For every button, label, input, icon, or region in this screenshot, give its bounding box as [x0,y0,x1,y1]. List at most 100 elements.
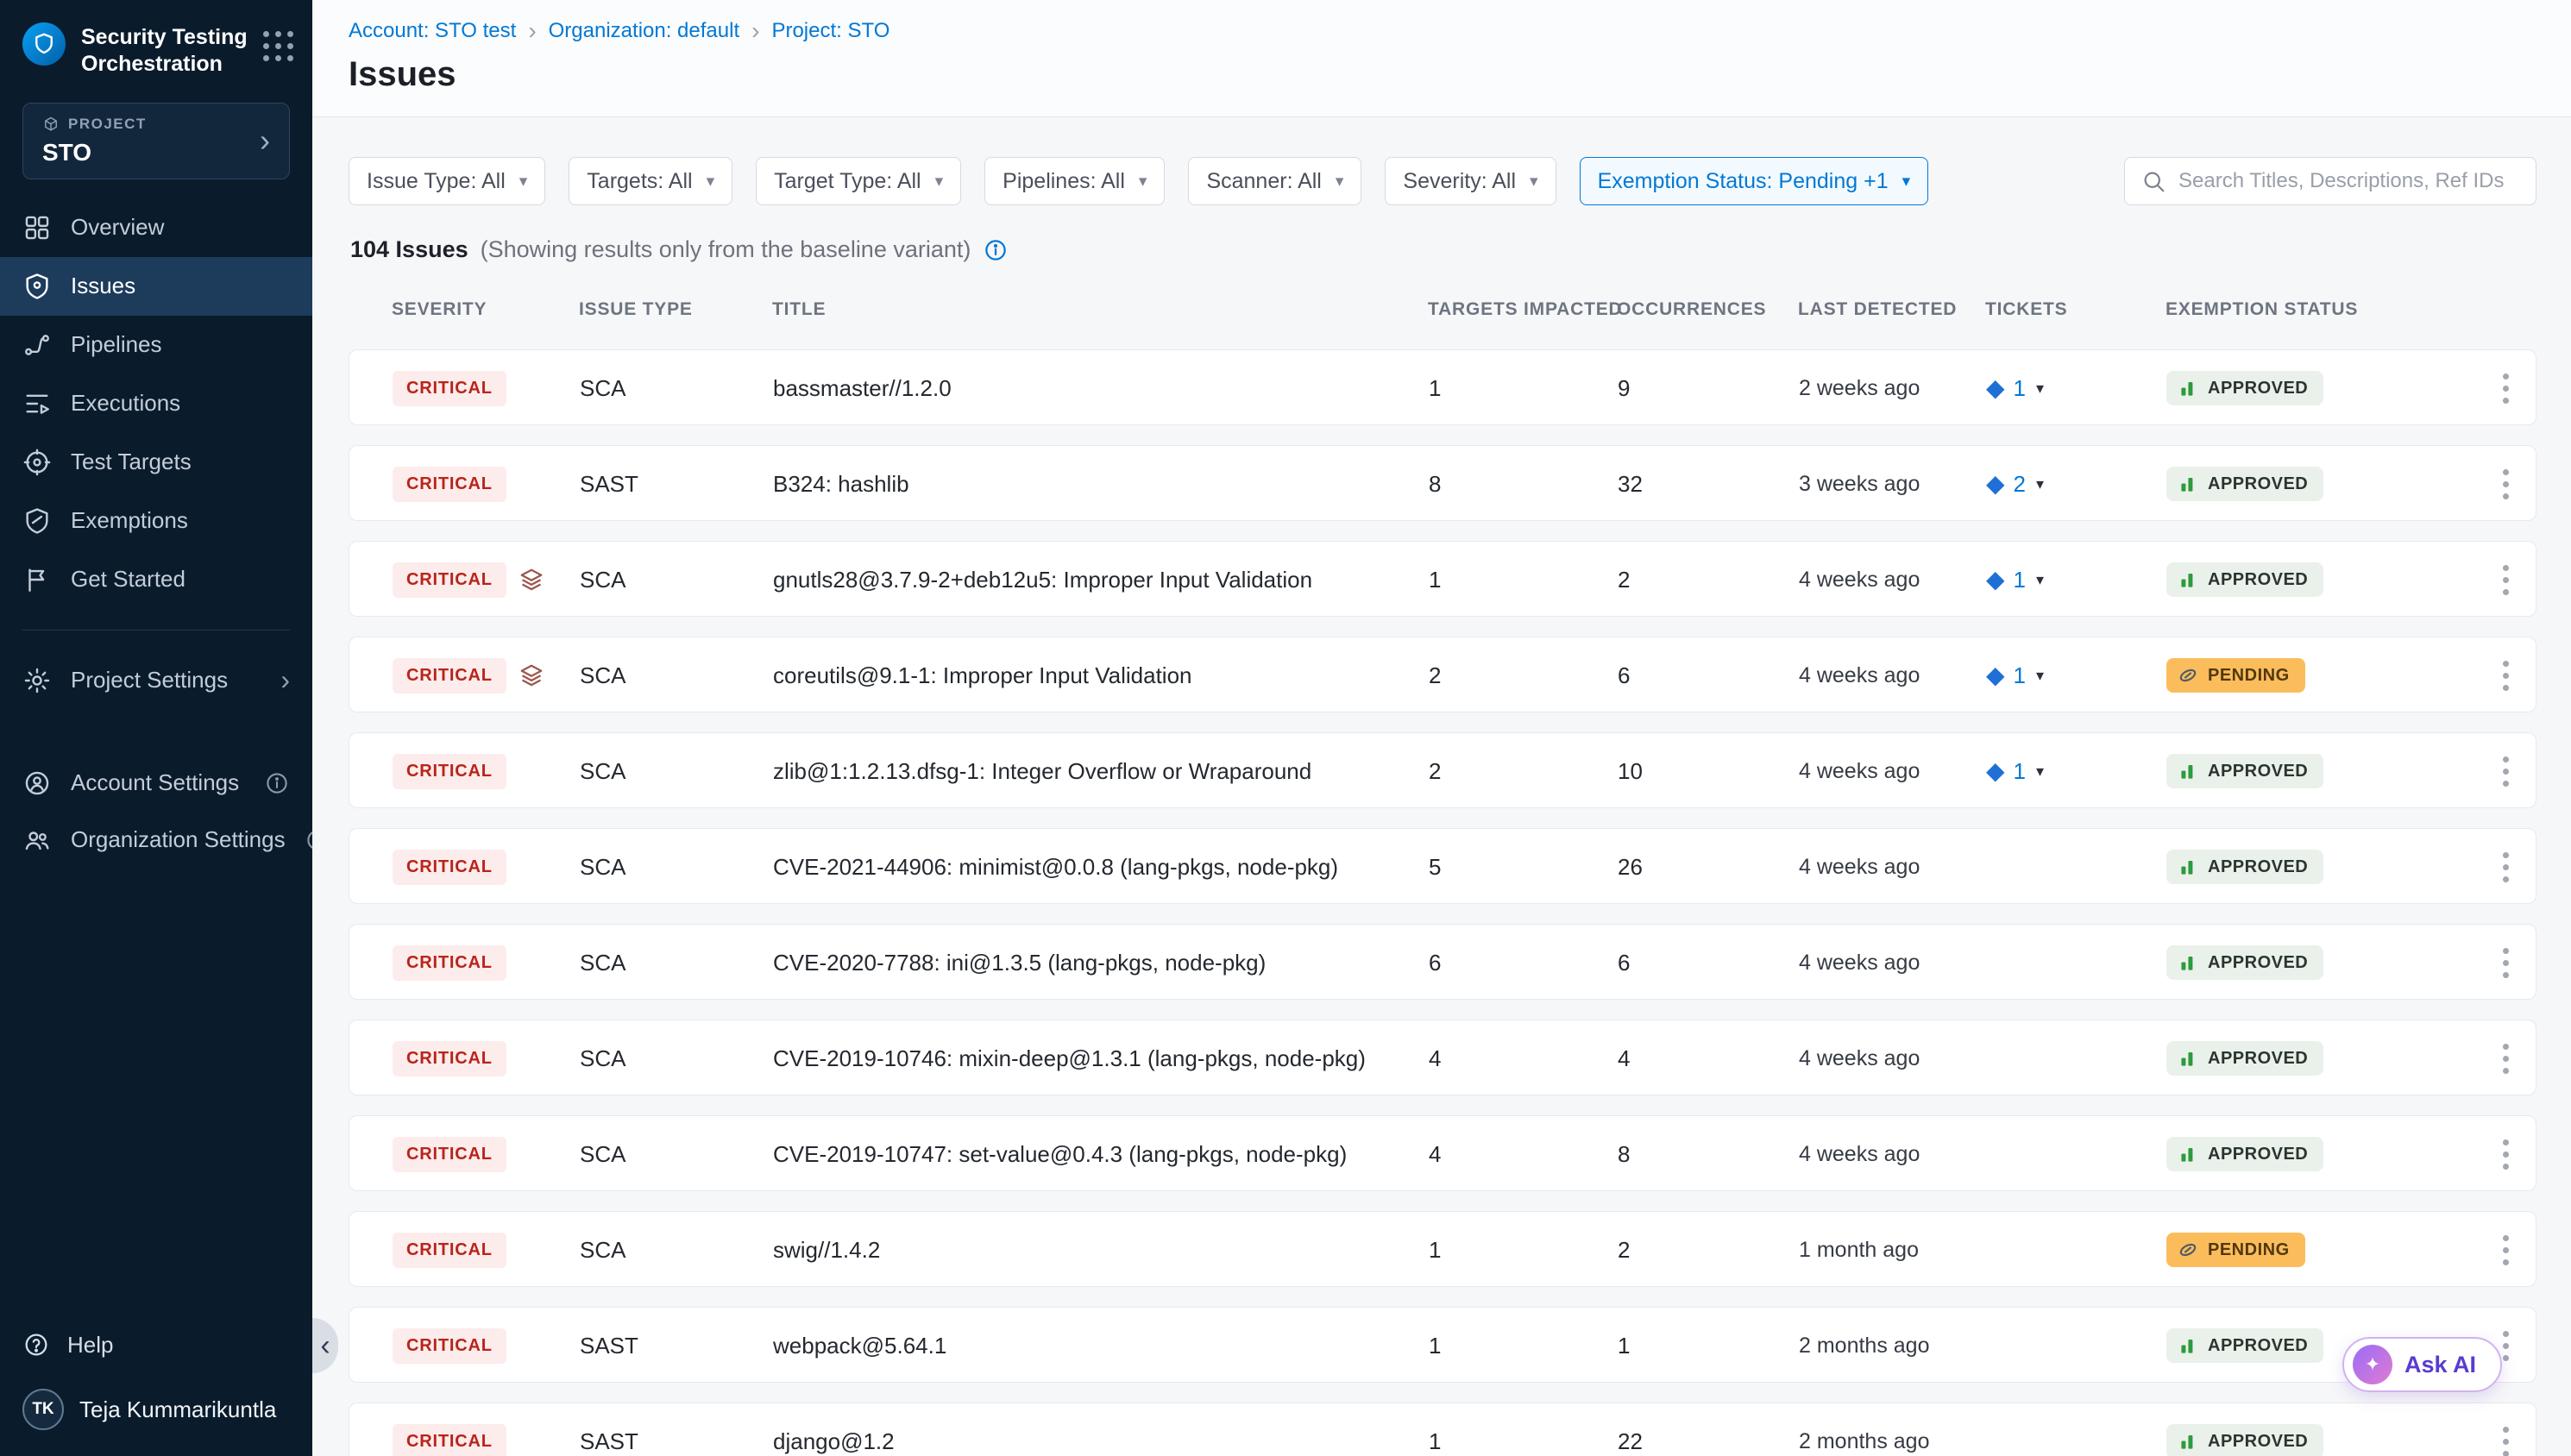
row-menu-button[interactable] [2478,1403,2533,1456]
targets-impacted: 5 [1429,854,1618,881]
filter-targets[interactable]: Targets: All▾ [569,157,732,205]
table-row[interactable]: CRITICAL SAST webpack@5.64.1 1 1 2 month… [349,1307,2536,1383]
sidebar-divider [22,630,290,631]
sidebar-item-test-targets[interactable]: Test Targets [0,433,312,492]
occurrences: 4 [1618,1045,1799,1072]
info-icon[interactable] [264,770,290,796]
filter-exemption-status[interactable]: Exemption Status: Pending +1▾ [1580,157,1929,205]
table-row[interactable]: CRITICAL SCA zlib@1:1.2.13.dfsg-1: Integ… [349,732,2536,808]
issue-type: SCA [580,1141,773,1168]
sidebar-item-pipelines[interactable]: Pipelines [0,316,312,374]
exemption-status-badge: APPROVED [2166,371,2323,405]
chevron-right-icon: › [280,664,290,696]
occurrences: 2 [1618,1237,1799,1264]
row-menu-button[interactable] [2478,446,2533,522]
approved-icon [2177,1430,2199,1453]
row-menu-button[interactable] [2478,733,2533,809]
breadcrumb-link[interactable]: Account: STO test [349,19,516,43]
info-icon[interactable] [983,237,1009,263]
filter-pipelines[interactable]: Pipelines: All▾ [984,157,1165,205]
table-row[interactable]: CRITICAL SCA bassmaster//1.2.0 1 9 2 wee… [349,349,2536,425]
issue-title[interactable]: CVE-2020-7788: ini@1.3.5 (lang-pkgs, nod… [773,950,1429,976]
issue-title[interactable]: CVE-2019-10747: set-value@0.4.3 (lang-pk… [773,1141,1429,1168]
row-menu-button[interactable] [2478,925,2533,1001]
row-menu-button[interactable] [2478,829,2533,905]
table-row[interactable]: CRITICAL SCA CVE-2020-7788: ini@1.3.5 (l… [349,924,2536,1000]
filter-target-type[interactable]: Target Type: All▾ [756,157,961,205]
filter-scanner[interactable]: Scanner: All▾ [1188,157,1361,205]
breadcrumb-link[interactable]: Organization: default [549,19,739,43]
chevron-down-icon: ▾ [1530,172,1538,191]
issue-title[interactable]: coreutils@9.1-1: Improper Input Validati… [773,662,1429,689]
row-menu-button[interactable] [2478,1020,2533,1096]
exemption-status-badge: APPROVED [2166,850,2323,884]
breadcrumb-link[interactable]: Project: STO [771,19,889,43]
sidebar-item-organization-settings[interactable]: Organization Settings [0,812,312,869]
col-tickets: TICKETS [1985,299,2166,320]
results-summary: 104 Issues (Showing results only from th… [350,236,2536,263]
table-row[interactable]: CRITICAL SCA gnutls28@3.7.9-2+deb12u5: I… [349,541,2536,617]
row-menu-button[interactable] [2478,1116,2533,1192]
chevron-down-icon: ▾ [2036,571,2044,589]
sidebar-item-overview[interactable]: Overview [0,198,312,257]
overview-icon [22,213,52,242]
ticket-link[interactable]: ◆ 1 ▾ [1986,758,2166,785]
ask-ai-button[interactable]: ✦ Ask AI [2342,1337,2502,1392]
targets-impacted: 1 [1429,1333,1618,1359]
issue-title[interactable]: webpack@5.64.1 [773,1333,1429,1359]
chevron-right-icon: › [260,125,270,156]
sidebar-item-issues[interactable]: Issues [0,257,312,316]
sidebar-item-account-settings[interactable]: Account Settings [0,755,312,812]
col-occurrences: OCCURRENCES [1617,299,1798,320]
search-input[interactable] [2178,169,2520,193]
table-row[interactable]: CRITICAL SAST B324: hashlib 8 32 3 weeks… [349,445,2536,521]
table-row[interactable]: CRITICAL SCA CVE-2019-10747: set-value@0… [349,1115,2536,1191]
ticket-link[interactable]: ◆ 2 ▾ [1986,471,2166,498]
table-row[interactable]: CRITICAL SCA CVE-2021-44906: minimist@0.… [349,828,2536,904]
ticket-link[interactable]: ◆ 1 ▾ [1986,375,2166,402]
approved-icon [2177,568,2199,591]
filter-severity[interactable]: Severity: All▾ [1385,157,1556,205]
table-row[interactable]: CRITICAL SCA coreutils@9.1-1: Improper I… [349,637,2536,712]
table-row[interactable]: CRITICAL SCA swig//1.4.2 1 2 1 month ago… [349,1211,2536,1287]
issue-title[interactable]: CVE-2019-10746: mixin-deep@1.3.1 (lang-p… [773,1045,1429,1072]
project-selector[interactable]: PROJECT STO › [22,103,290,179]
get-started-icon [22,565,52,594]
row-menu-button[interactable] [2478,1212,2533,1288]
severity-badge: CRITICAL [393,1328,506,1364]
exemption-status-badge: APPROVED [2166,945,2323,980]
targets-impacted: 4 [1429,1045,1618,1072]
issue-title[interactable]: gnutls28@3.7.9-2+deb12u5: Improper Input… [773,567,1429,593]
approved-icon [2177,760,2199,782]
issue-title[interactable]: swig//1.4.2 [773,1237,1429,1264]
exemption-status-badge: PENDING [2166,658,2305,693]
user-menu[interactable]: TK Teja Kummarikuntla [22,1389,290,1430]
last-detected: 2 weeks ago [1799,376,1986,401]
help-button[interactable]: Help [22,1318,290,1371]
chevron-down-icon: ▾ [1902,172,1911,191]
ticket-link[interactable]: ◆ 1 ▾ [1986,567,2166,593]
sidebar-item-project-settings[interactable]: Project Settings › [0,651,312,710]
issue-title[interactable]: CVE-2021-44906: minimist@0.0.8 (lang-pkg… [773,854,1429,881]
issue-title[interactable]: django@1.2 [773,1428,1429,1455]
table-row[interactable]: CRITICAL SCA CVE-2019-10746: mixin-deep@… [349,1020,2536,1095]
issue-title[interactable]: B324: hashlib [773,471,1429,498]
sidebar-item-get-started[interactable]: Get Started [0,550,312,609]
row-menu-button[interactable] [2478,350,2533,426]
last-detected: 4 weeks ago [1799,1142,1986,1167]
ticket-link[interactable]: ◆ 1 ▾ [1986,662,2166,689]
apps-grid-icon[interactable] [263,31,293,61]
occurrences: 1 [1618,1333,1799,1359]
issue-type: SCA [580,1045,773,1072]
sidebar-item-executions[interactable]: Executions [0,374,312,433]
table-row[interactable]: CRITICAL SAST django@1.2 1 22 2 months a… [349,1403,2536,1456]
row-menu-button[interactable] [2478,637,2533,713]
project-settings-label: Project Settings [71,667,228,693]
sidebar-item-exemptions[interactable]: Exemptions [0,492,312,550]
filter-issue-type[interactable]: Issue Type: All▾ [349,157,545,205]
severity-badge: CRITICAL [393,1137,506,1172]
app-logo [22,22,66,66]
issue-title[interactable]: zlib@1:1.2.13.dfsg-1: Integer Overflow o… [773,758,1429,785]
row-menu-button[interactable] [2478,542,2533,618]
issue-title[interactable]: bassmaster//1.2.0 [773,375,1429,402]
